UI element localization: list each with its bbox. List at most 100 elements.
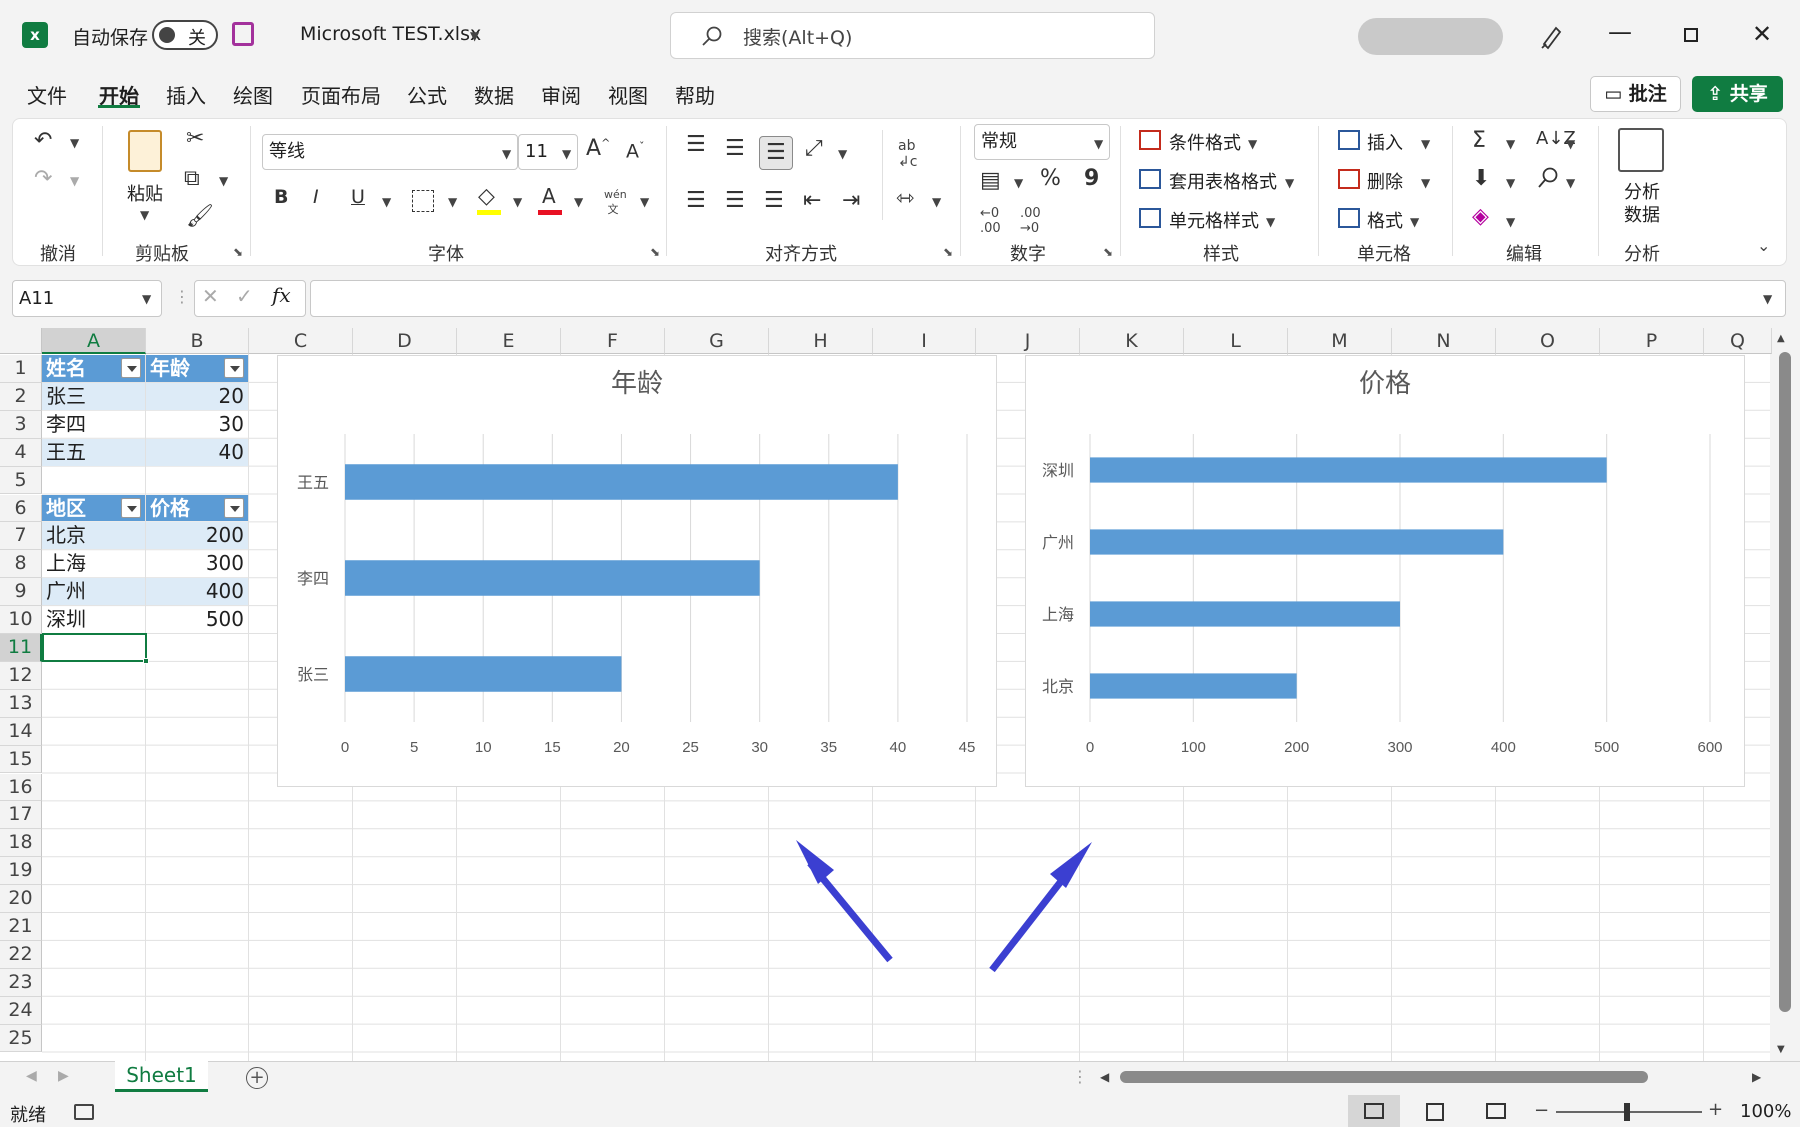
insert-cells-label[interactable]: 插入 — [1367, 129, 1403, 155]
menu-insert[interactable]: 插入 — [166, 80, 206, 109]
add-sheet-icon[interactable]: + — [246, 1067, 268, 1089]
format-cells-label[interactable]: 格式 — [1367, 207, 1403, 233]
page-break-view-icon[interactable] — [1486, 1103, 1506, 1119]
font-color-dropdown-icon[interactable]: ▼ — [574, 195, 583, 209]
column-header-m[interactable]: M — [1288, 328, 1392, 354]
copy-dropdown-icon[interactable]: ▼ — [219, 174, 228, 188]
comment-button[interactable]: ▭ 批注 — [1590, 76, 1681, 112]
font-color-icon[interactable]: A — [542, 184, 556, 208]
merge-center-icon[interactable]: ⇿ — [896, 186, 914, 211]
expand-formula-icon[interactable]: ▼ — [1763, 292, 1772, 306]
paste-icon[interactable] — [128, 130, 162, 172]
insert-cells-dropdown-icon[interactable]: ▼ — [1421, 137, 1430, 151]
row-header-3[interactable]: 3 — [0, 410, 42, 439]
format-as-table-dropdown-icon[interactable]: ▼ — [1285, 176, 1294, 190]
format-as-table-label[interactable]: 套用表格格式 — [1169, 168, 1277, 194]
search-box[interactable]: 搜索(Alt+Q) — [670, 12, 1155, 59]
filter-dropdown-icon[interactable] — [224, 497, 244, 518]
filter-dropdown-icon[interactable] — [224, 358, 244, 378]
row-header-11[interactable]: 11 — [0, 634, 42, 662]
analyze-data-icon[interactable] — [1618, 128, 1664, 172]
row-header-18[interactable]: 18 — [0, 829, 42, 858]
column-header-q[interactable]: Q — [1704, 328, 1772, 354]
table-header[interactable]: 姓名 — [42, 355, 145, 382]
row-header-9[interactable]: 9 — [0, 578, 42, 607]
chart-age[interactable]: 年龄 0 5 10 15 20 25 30 35 40 45 张三 李四 王五 — [277, 355, 997, 787]
select-all-corner[interactable] — [0, 328, 42, 354]
column-header-p[interactable]: P — [1600, 328, 1704, 354]
column-header-d[interactable]: D — [353, 328, 457, 354]
row-header-6[interactable]: 6 — [0, 494, 42, 523]
table-header[interactable]: 价格 — [146, 494, 248, 522]
font-size-chevron-icon[interactable]: ▼ — [562, 147, 571, 161]
undo-dropdown-icon[interactable]: ▼ — [70, 136, 79, 150]
increase-font-icon[interactable]: A^ — [586, 136, 610, 161]
autosum-dropdown-icon[interactable]: ▼ — [1506, 137, 1515, 151]
delete-cells-dropdown-icon[interactable]: ▼ — [1421, 176, 1430, 190]
conditional-format-dropdown-icon[interactable]: ▼ — [1248, 137, 1257, 151]
decrease-indent-icon[interactable]: ⇤ — [803, 188, 821, 213]
sort-filter-dropdown-icon[interactable]: ▼ — [1566, 137, 1575, 151]
comma-style-icon[interactable]: 9 — [1084, 166, 1099, 191]
autosum-icon[interactable]: Σ — [1472, 128, 1486, 153]
decrease-decimal-icon[interactable]: .00 →0 — [1020, 206, 1041, 236]
font-name-chevron-icon[interactable]: ▼ — [502, 147, 511, 161]
row-header-1[interactable]: 1 — [0, 355, 42, 383]
chart-price[interactable]: 价格 0 100 200 300 400 500 600 北京 上海 广州 深圳 — [1025, 355, 1745, 787]
row-header-23[interactable]: 23 — [0, 968, 42, 997]
column-header-f[interactable]: F — [561, 328, 665, 354]
row-header-22[interactable]: 22 — [0, 940, 42, 969]
column-header-n[interactable]: N — [1392, 328, 1496, 354]
row-header-14[interactable]: 14 — [0, 717, 42, 746]
orientation-icon[interactable]: ⤢ — [805, 136, 823, 161]
paste-dropdown-icon[interactable]: ▼ — [140, 208, 149, 222]
column-header-k[interactable]: K — [1080, 328, 1184, 354]
table-header[interactable]: 地区 — [42, 494, 145, 522]
font-launcher-icon[interactable]: ⬊ — [650, 245, 660, 259]
zoom-level[interactable]: 100% — [1740, 1101, 1791, 1122]
menu-view[interactable]: 视图 — [608, 80, 648, 109]
orientation-dropdown-icon[interactable]: ▼ — [838, 147, 847, 161]
merge-dropdown-icon[interactable]: ▼ — [932, 195, 941, 209]
row-header-7[interactable]: 7 — [0, 522, 42, 551]
underline-button[interactable]: U — [351, 186, 365, 208]
table-cell[interactable]: 北京 — [42, 522, 145, 550]
tab-split-grip-icon[interactable]: ⋮ — [1072, 1067, 1088, 1086]
row-header-10[interactable]: 10 — [0, 606, 42, 634]
page-layout-view-icon[interactable] — [1426, 1103, 1444, 1121]
find-select-icon[interactable] — [1536, 166, 1560, 190]
table-cell[interactable]: 上海 — [42, 550, 145, 577]
align-center-icon[interactable]: ☰ — [725, 188, 745, 213]
conditional-format-icon[interactable] — [1139, 130, 1161, 150]
share-button[interactable]: ⇪ 共享 — [1692, 76, 1783, 112]
row-header-19[interactable]: 19 — [0, 857, 42, 886]
menu-formulas[interactable]: 公式 — [407, 80, 447, 109]
cell-styles-icon[interactable] — [1139, 208, 1161, 228]
insert-cells-icon[interactable] — [1338, 130, 1360, 150]
scroll-up-icon[interactable]: ▲ — [1777, 333, 1785, 344]
cell-styles-dropdown-icon[interactable]: ▼ — [1266, 215, 1275, 229]
bold-button[interactable]: B — [274, 186, 288, 208]
table-cell[interactable]: 30 — [146, 411, 248, 438]
fill-handle-icon[interactable] — [143, 657, 149, 664]
border-dropdown-icon[interactable]: ▼ — [448, 195, 457, 209]
accounting-dropdown-icon[interactable]: ▼ — [1014, 176, 1023, 190]
border-icon[interactable] — [412, 190, 434, 212]
restore-icon[interactable] — [1684, 28, 1698, 42]
redo-icon[interactable]: ↷ — [34, 166, 52, 191]
align-top-icon[interactable]: ☰ — [686, 132, 706, 157]
clear-dropdown-icon[interactable]: ▼ — [1506, 215, 1515, 229]
accounting-format-icon[interactable]: ▤ — [980, 168, 1001, 193]
underline-dropdown-icon[interactable]: ▼ — [382, 195, 391, 209]
menu-help[interactable]: 帮助 — [675, 80, 715, 109]
format-cells-dropdown-icon[interactable]: ▼ — [1410, 215, 1419, 229]
align-middle-icon[interactable]: ☰ — [725, 136, 745, 161]
autosave-toggle[interactable]: 关 — [152, 20, 218, 50]
row-header-4[interactable]: 4 — [0, 438, 42, 467]
alignment-launcher-icon[interactable]: ⬊ — [943, 245, 953, 259]
row-header-25[interactable]: 25 — [0, 1024, 42, 1053]
selected-cell[interactable] — [42, 633, 149, 664]
vertical-scroll-thumb[interactable] — [1779, 352, 1791, 1012]
formula-input[interactable] — [310, 280, 1786, 317]
undo-icon[interactable]: ↶ — [34, 128, 52, 153]
